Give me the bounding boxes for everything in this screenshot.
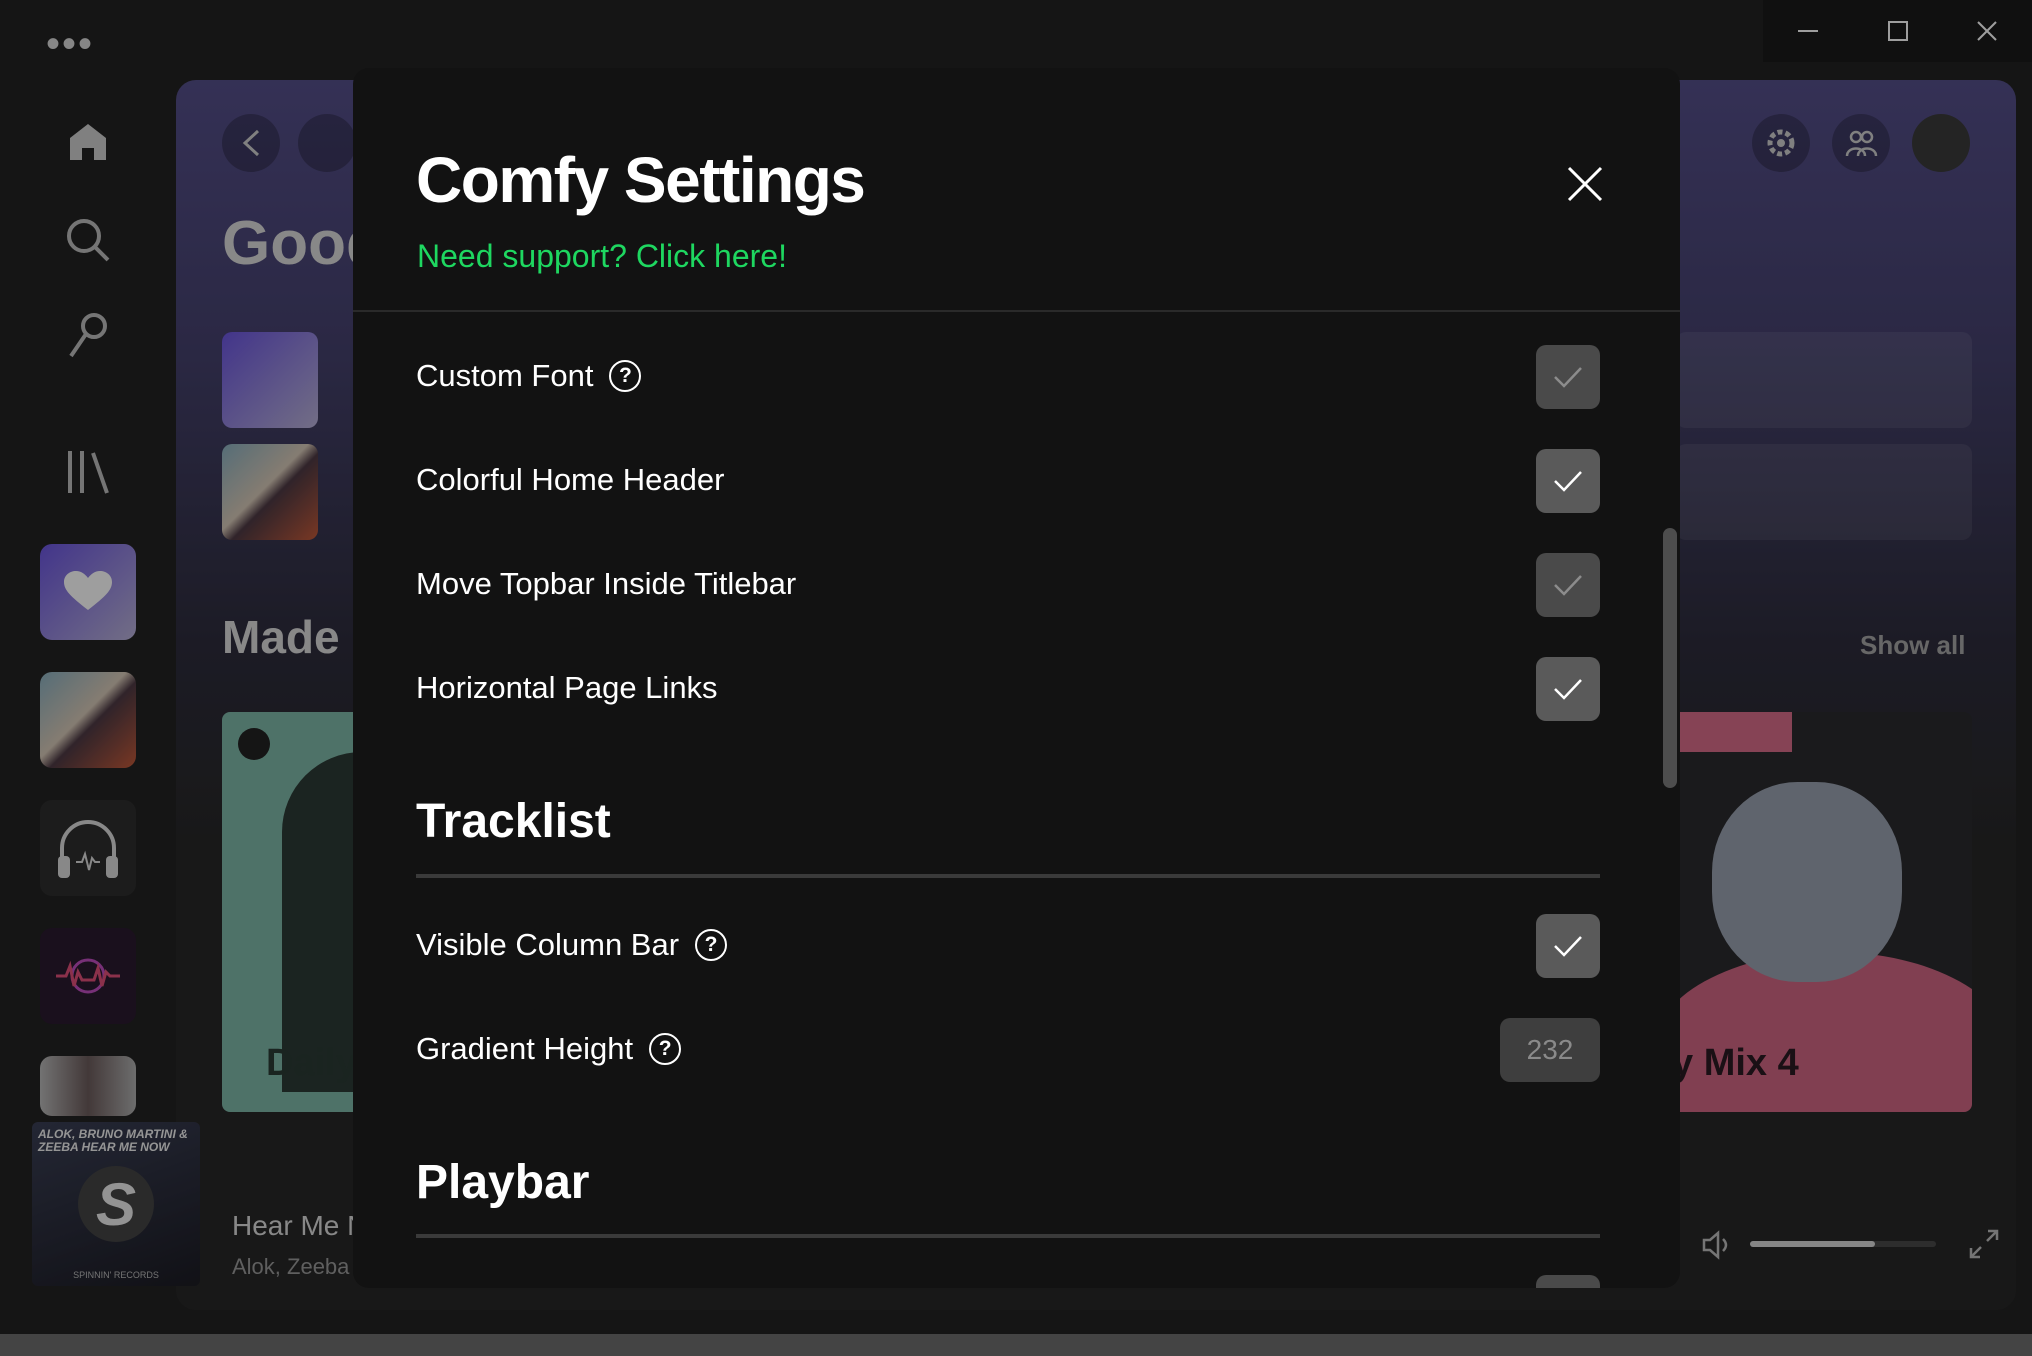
setting-label: Visible Column Bar [416,927,680,962]
help-icon[interactable]: ? [609,360,642,392]
setting-visible-column-bar: Visible Column Bar ? [416,925,728,965]
modal-scrollbar[interactable] [1663,528,1677,788]
header-divider [353,310,1680,312]
modal-title: Comfy Settings [416,144,866,216]
setting-horizontal-page-links: Horizontal Page Links [416,668,718,708]
colorful-home-header-checkbox[interactable] [1536,449,1600,513]
setting-gradient-height: Gradient Height ? [416,1029,682,1069]
section-title-playbar: Playbar [416,1156,590,1209]
horizontal-page-links-checkbox[interactable] [1536,657,1600,721]
setting-colorful-home-header: Colorful Home Header [416,460,724,500]
section-title-tracklist: Tracklist [416,795,611,848]
help-icon[interactable]: ? [649,1033,682,1065]
move-topbar-checkbox[interactable] [1536,553,1600,617]
modal-close-icon[interactable] [1561,160,1609,208]
section-divider [416,874,1600,878]
setting-move-topbar: Move Topbar Inside Titlebar [416,564,796,604]
setting-custom-font: Custom Font ? [416,356,642,396]
visible-column-bar-checkbox[interactable] [1536,914,1600,978]
setting-label: Horizontal Page Links [416,670,718,705]
help-icon[interactable]: ? [695,929,728,961]
section-divider [416,1234,1600,1238]
setting-label: Custom Font [416,358,594,393]
setting-label: Colorful Home Header [416,462,725,497]
playbar-checkbox-partial[interactable] [1536,1275,1600,1288]
gradient-height-input[interactable]: 232 [1500,1018,1600,1082]
setting-label: Gradient Height [416,1031,634,1066]
comfy-settings-modal: Comfy Settings Need support? Click here!… [353,68,1680,1288]
setting-label: Move Topbar Inside Titlebar [416,566,797,601]
custom-font-checkbox[interactable] [1536,345,1600,409]
support-link[interactable]: Need support? Click here! [417,236,787,276]
